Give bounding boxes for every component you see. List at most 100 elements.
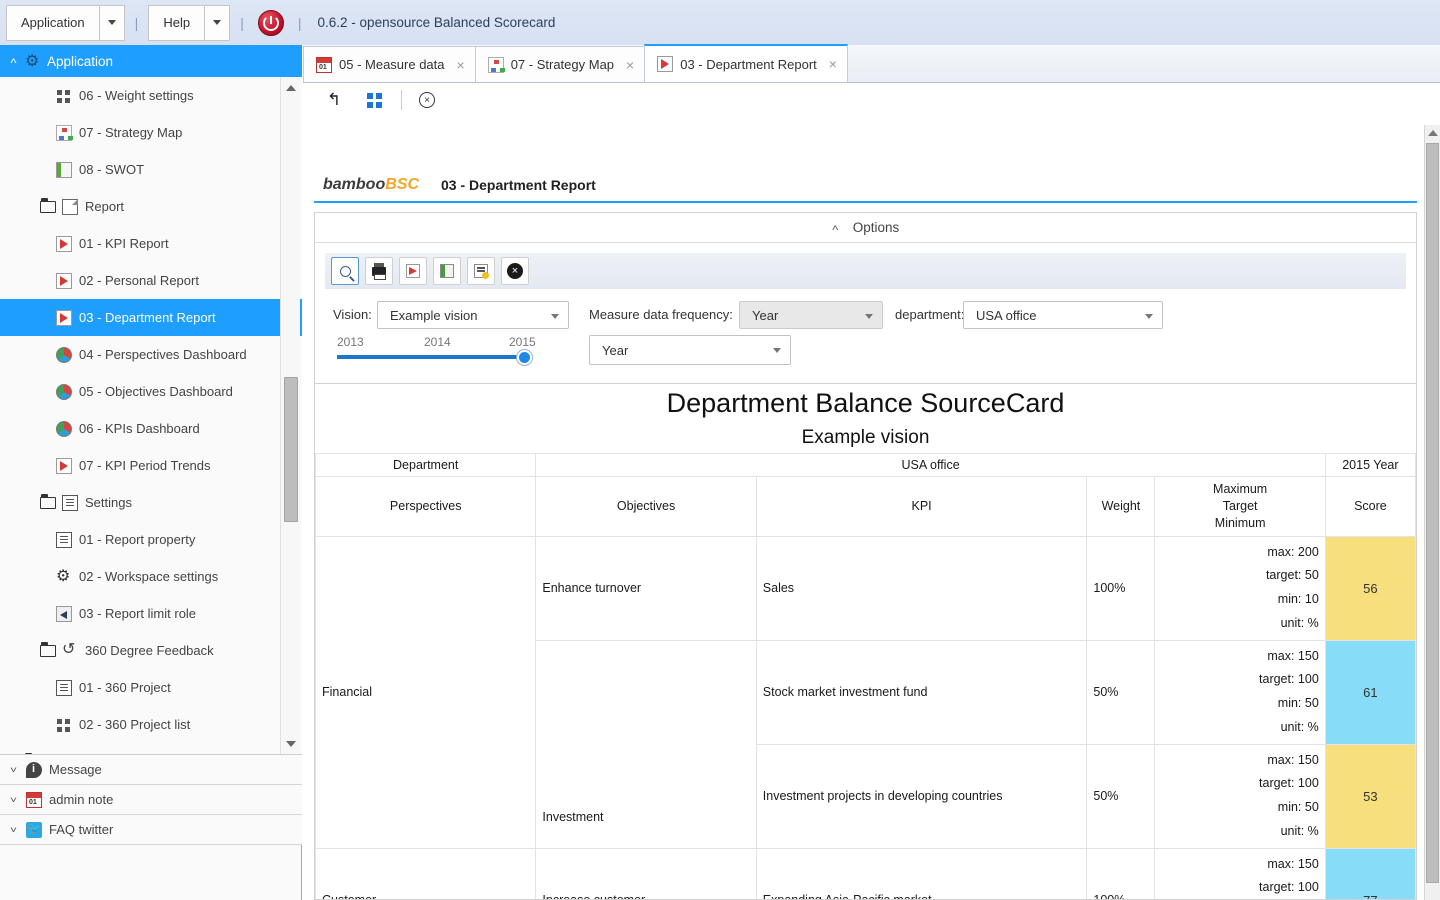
list-icon <box>56 680 72 696</box>
layout-grid-button[interactable] <box>361 87 387 113</box>
sidebar-header-title: Application <box>47 54 113 69</box>
application-menu-dropdown[interactable] <box>99 5 125 41</box>
cell-target: target: 50 <box>1161 564 1318 588</box>
kpi-chart-icon <box>56 458 72 474</box>
sidebar-item-kpi-period-trends[interactable]: 07 - KPI Period Trends <box>0 447 302 484</box>
sidebar-item-report-limit-role[interactable]: 03 - Report limit role <box>0 595 302 632</box>
clear-button[interactable]: × <box>501 257 529 285</box>
accordion-faq-twitter[interactable]: ˅ FAQ twitter <box>0 815 302 845</box>
help-menu-group[interactable]: Help <box>148 5 230 41</box>
sidebar-item-360-project[interactable]: 01 - 360 Project <box>0 669 302 706</box>
help-menu-dropdown[interactable] <box>204 5 230 41</box>
export-pdf-button[interactable] <box>399 257 427 285</box>
year-range-slider[interactable]: 2013 2014 2015 <box>337 335 537 367</box>
col-weight: Weight <box>1087 477 1155 537</box>
sidebar-item-department-report[interactable]: 03 - Department Report <box>0 299 302 336</box>
report-toolbar: ↰ × <box>303 83 1440 117</box>
kpi-chart-icon <box>56 310 72 326</box>
col-objectives: Objectives <box>536 477 756 537</box>
cell-score: 77 <box>1325 848 1415 900</box>
sidebar-tree: 06 - Weight settings 07 - Strategy Map 0… <box>0 77 302 755</box>
cell-kpi: Stock market investment fund <box>756 640 1087 744</box>
brand-part1: bamboo <box>323 176 385 193</box>
tab-close-icon[interactable]: × <box>457 60 465 70</box>
report-table-container: Department Balance SourceCard Example vi… <box>314 384 1417 900</box>
department-select[interactable]: USA office <box>963 301 1163 329</box>
help-menu-button[interactable]: Help <box>148 5 204 41</box>
undo-button[interactable]: ↰ <box>321 87 347 113</box>
search-icon <box>340 266 351 277</box>
menu-separator-3: | <box>298 15 302 31</box>
share-icon <box>56 606 72 622</box>
calendar-icon <box>26 792 42 808</box>
table-row[interactable]: Financial Enhance turnover Sales 100% ma… <box>316 536 1416 640</box>
table-row[interactable]: Customer Increase customer Expanding Asi… <box>316 848 1416 900</box>
sidebar-folder-report[interactable]: Report <box>0 188 302 225</box>
col-max-target-min: Maximum Target Minimum <box>1155 477 1325 537</box>
note-edit-icon <box>474 264 488 278</box>
department-balance-scorecard-table: Department Balance SourceCard Example vi… <box>315 384 1416 900</box>
tab-measure-data[interactable]: 05 - Measure data × <box>303 46 476 82</box>
cell-max: max: 150 <box>1161 853 1318 877</box>
scroll-down-arrow[interactable] <box>281 735 301 753</box>
sidebar-header[interactable]: ˄ Application <box>0 45 302 77</box>
period-select[interactable]: Year <box>589 335 791 365</box>
brand-part2: BSC <box>385 176 419 193</box>
app-version-label: 0.6.2 - opensource Balanced Scorecard <box>318 15 556 30</box>
sidebar-item-perspectives-dashboard[interactable]: 04 - Perspectives Dashboard <box>0 336 302 373</box>
cell-perspective: Customer <box>316 848 536 900</box>
sidebar-folder-query-charts[interactable]: B. Query Charts <box>0 743 302 755</box>
sidebar-item-360-project-list[interactable]: 02 - 360 Project list <box>0 706 302 743</box>
edit-note-button[interactable] <box>467 257 495 285</box>
sidebar-item-report-property[interactable]: 01 - Report property <box>0 521 302 558</box>
tab-strategy-map[interactable]: 07 - Strategy Map × <box>475 46 646 82</box>
cell-max: max: 150 <box>1161 645 1318 669</box>
accordion-message[interactable]: ˅ Message <box>0 755 302 785</box>
strategy-map-icon <box>488 57 504 73</box>
sidebar-item-objectives-dashboard[interactable]: 05 - Objectives Dashboard <box>0 373 302 410</box>
accordion-label: FAQ twitter <box>49 822 113 837</box>
sidebar-item-weight-settings[interactable]: 06 - Weight settings <box>0 77 302 114</box>
kpi-chart-icon <box>56 236 72 252</box>
application-menu-button[interactable]: Application <box>6 5 99 41</box>
sidebar-folder-360-feedback[interactable]: 360 Degree Feedback <box>0 632 302 669</box>
accordion-admin-note[interactable]: ˅ admin note <box>0 785 302 815</box>
slider-tick-2013: 2013 <box>337 335 364 349</box>
cell-unit: unit: % <box>1161 820 1318 844</box>
toolbar-divider <box>401 90 402 110</box>
options-header[interactable]: ˄ Options <box>315 213 1416 243</box>
tab-department-report[interactable]: 03 - Department Report × <box>644 44 848 82</box>
cell-target: target: 100 <box>1161 772 1318 796</box>
tab-close-icon[interactable]: × <box>829 59 837 69</box>
frequency-select[interactable]: Year <box>739 301 883 329</box>
slider-thumb[interactable] <box>517 350 532 365</box>
sidebar-item-kpis-dashboard[interactable]: 06 - KPIs Dashboard <box>0 410 302 447</box>
col-minimum: Minimum <box>1161 515 1318 532</box>
vision-select[interactable]: Example vision <box>377 301 569 329</box>
calendar-icon <box>316 57 332 73</box>
sidebar-folder-label: Report <box>85 199 124 214</box>
scroll-up-arrow[interactable] <box>281 79 301 97</box>
search-button[interactable] <box>331 257 359 285</box>
main-scrollbar[interactable] <box>1424 125 1440 900</box>
sidebar-item-workspace-settings[interactable]: 02 - Workspace settings <box>0 558 302 595</box>
export-excel-button[interactable] <box>433 257 461 285</box>
scrollbar-thumb[interactable] <box>284 377 298 522</box>
application-menu-group[interactable]: Application <box>6 5 125 41</box>
report-title: Department Balance SourceCard <box>316 384 1416 423</box>
tab-label: 05 - Measure data <box>339 57 445 72</box>
sidebar-item-swot[interactable]: 08 - SWOT <box>0 151 302 188</box>
vision-label: Vision: <box>333 307 372 322</box>
chevron-up-icon: ˄ <box>10 55 17 66</box>
power-icon[interactable] <box>258 10 284 36</box>
sidebar-item-personal-report[interactable]: 02 - Personal Report <box>0 262 302 299</box>
tab-close-icon[interactable]: × <box>626 60 634 70</box>
close-report-button[interactable]: × <box>414 87 440 113</box>
print-button[interactable] <box>365 257 393 285</box>
sidebar-item-kpi-report[interactable]: 01 - KPI Report <box>0 225 302 262</box>
page-title: 03 - Department Report <box>441 177 596 193</box>
main-scrollbar-thumb[interactable] <box>1426 143 1439 883</box>
sidebar-item-strategy-map[interactable]: 07 - Strategy Map <box>0 114 302 151</box>
sidebar-scrollbar[interactable] <box>280 77 300 755</box>
sidebar-folder-settings[interactable]: Settings <box>0 484 302 521</box>
